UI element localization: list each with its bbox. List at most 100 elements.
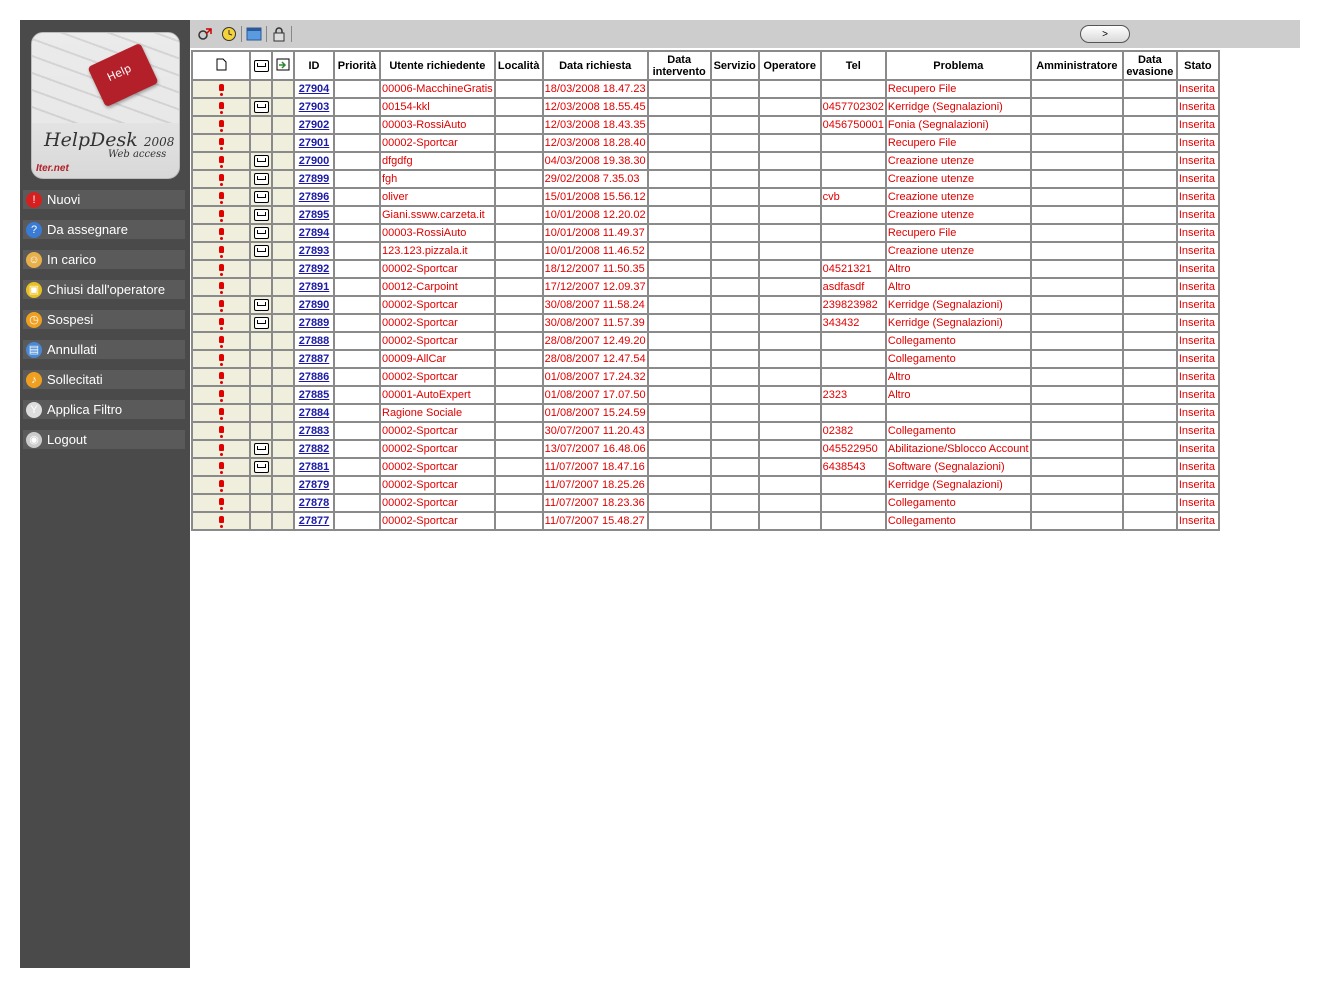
col-mail-header[interactable] [249, 50, 273, 81]
ticket-id-link[interactable]: 27889 [299, 317, 330, 329]
sidebar-item-annullati[interactable]: ▤ Annullati [23, 340, 185, 359]
table-row[interactable]: 27895 Giani.ssww.carzeta.it 10/01/2008 12.… [191, 205, 1220, 225]
lock-icon[interactable] [270, 25, 288, 43]
ticket-id-link[interactable]: 27886 [299, 371, 330, 383]
ticket-id-link[interactable]: 27895 [299, 209, 330, 221]
col-tel-header[interactable]: Tel [819, 50, 887, 81]
col-utente-header[interactable]: Utente richiedente [379, 50, 496, 81]
table-row[interactable]: 27892 00002-Sportcar 18/12/2007 11.50.35 04… [191, 259, 1220, 279]
tel-cell: 045522950 [819, 439, 887, 459]
table-row[interactable]: 27891 00012-Carpoint 17/12/2007 12.09.37 as… [191, 277, 1220, 297]
col-data-richiesta-header[interactable]: Data richiesta [541, 50, 649, 81]
ticket-id-link[interactable]: 27881 [299, 461, 330, 473]
mail-icon[interactable] [253, 245, 269, 258]
col-stato-header[interactable]: Stato [1175, 50, 1220, 81]
mail-icon[interactable] [253, 317, 269, 330]
table-row[interactable]: 27901 00002-Sportcar 12/03/2008 18.28.40 Re… [191, 133, 1220, 153]
table-row[interactable]: 27878 00002-Sportcar 11/07/2007 18.23.36 Co… [191, 493, 1220, 513]
col-localita-header[interactable]: Località [493, 50, 544, 81]
ticket-id-link[interactable]: 27878 [299, 497, 330, 509]
table-row[interactable]: 27882 00002-Sportcar 13/07/2007 16.48.06 04… [191, 439, 1220, 459]
col-data-intervento-header[interactable]: Data intervento [646, 50, 712, 81]
table-row[interactable]: 27883 00002-Sportcar 30/07/2007 11.20.43 02… [191, 421, 1220, 441]
ticket-id-link[interactable]: 27885 [299, 389, 330, 401]
col-amministratore-header[interactable]: Amministratore [1029, 50, 1124, 81]
ticket-id-link[interactable]: 27900 [299, 155, 330, 167]
sidebar-item-sollecitati[interactable]: ♪ Sollecitati [23, 370, 185, 389]
mail-icon[interactable] [253, 443, 269, 456]
clock-icon[interactable] [220, 25, 238, 43]
table-row[interactable]: 27877 00002-Sportcar 11/07/2007 15.48.27 Co… [191, 511, 1220, 531]
col-data-evasione-header[interactable]: Data evasione [1121, 50, 1178, 81]
table-row[interactable]: 27899 fgh 29/02/2008 7.35.03 Creazione uten… [191, 169, 1220, 189]
col-problema-header[interactable]: Problema [884, 50, 1032, 81]
table-row[interactable]: 27896 oliver 15/01/2008 15.56.12 cvb Creazio… [191, 187, 1220, 207]
flag-cell [191, 151, 251, 171]
ticket-id-link[interactable]: 27892 [299, 263, 330, 275]
mail-icon[interactable] [253, 227, 269, 240]
ticket-id-link[interactable]: 27888 [299, 335, 330, 347]
table-row[interactable]: 27893 123.123.pizzala.it 10/01/2008 11.46.… [191, 241, 1220, 261]
ticket-id-link[interactable]: 27890 [299, 299, 330, 311]
col-priorita-header[interactable]: Priorità [333, 50, 381, 81]
table-row[interactable]: 27881 00002-Sportcar 11/07/2007 18.47.16 64… [191, 457, 1220, 477]
ticket-id-link[interactable]: 27894 [299, 227, 330, 239]
mail-icon[interactable] [253, 191, 269, 204]
ticket-id-link[interactable]: 27901 [299, 137, 330, 149]
ticket-id-link[interactable]: 27891 [299, 281, 330, 293]
ticket-id-link[interactable]: 27879 [299, 479, 330, 491]
table-row[interactable]: 27890 00002-Sportcar 30/08/2007 11.58.24 23… [191, 295, 1220, 315]
window-icon[interactable] [245, 25, 263, 43]
table-row[interactable]: 27900 dfgdfg 04/03/2008 19.38.30 Creazione … [191, 151, 1220, 171]
mail-icon[interactable] [253, 155, 269, 168]
sidebar-item-chiusi-dall-operatore[interactable]: ▣ Chiusi dall'operatore [23, 280, 185, 299]
col-servizio-header[interactable]: Servizio [709, 50, 760, 81]
table-row[interactable]: 27879 00002-Sportcar 11/07/2007 18.25.26 Ke… [191, 475, 1220, 495]
ticket-id-link[interactable]: 27896 [299, 191, 330, 203]
ticket-id-link[interactable]: 27893 [299, 245, 330, 257]
sidebar-item-in-carico[interactable]: ☺ In carico [23, 250, 185, 269]
mail-icon[interactable] [253, 101, 269, 114]
col-id-header[interactable]: ID [293, 50, 335, 81]
ticket-id-link[interactable]: 27903 [299, 101, 330, 113]
ticket-id-link[interactable]: 27883 [299, 425, 330, 437]
stato-cell: Inserita [1175, 151, 1220, 171]
flag-cell [191, 205, 251, 225]
ticket-id-link[interactable]: 27899 [299, 173, 330, 185]
table-row[interactable]: 27884 Ragione Sociale 01/08/2007 15.24.59 I… [191, 403, 1220, 423]
sidebar-item-logout[interactable]: ◉ Logout [23, 430, 185, 449]
data-intervento-cell [646, 511, 712, 531]
mail-icon[interactable] [253, 461, 269, 474]
sidebar-item-da-assegnare[interactable]: ? Da assegnare [23, 220, 185, 239]
col-attach-header[interactable] [271, 50, 295, 81]
col-flag-header[interactable] [191, 50, 251, 81]
data-evasione-cell [1121, 115, 1178, 135]
sidebar-item-sospesi[interactable]: ◷ Sospesi [23, 310, 185, 329]
refresh-icon[interactable] [196, 25, 214, 43]
table-row[interactable]: 27887 00009-AllCar 28/08/2007 12.47.54 Coll… [191, 349, 1220, 369]
sidebar-item-applica-filtro[interactable]: Y Applica Filtro [23, 400, 185, 419]
utente-cell: 00002-Sportcar [379, 295, 496, 315]
table-row[interactable]: 27903 00154-kkl 12/03/2008 18.55.45 0457702… [191, 97, 1220, 117]
table-row[interactable]: 27888 00002-Sportcar 28/08/2007 12.49.20 Co… [191, 331, 1220, 351]
mail-icon[interactable] [253, 209, 269, 222]
table-row[interactable]: 27889 00002-Sportcar 30/08/2007 11.57.39 34… [191, 313, 1220, 333]
mail-icon[interactable] [253, 299, 269, 312]
ticket-id-link[interactable]: 27877 [299, 515, 330, 527]
ticket-id-link[interactable]: 27884 [299, 407, 330, 419]
col-operatore-header[interactable]: Operatore [757, 50, 822, 81]
mail-icon[interactable] [253, 173, 269, 186]
next-page-button[interactable]: > [1080, 25, 1130, 43]
ticket-id-link[interactable]: 27904 [299, 83, 330, 95]
tel-cell: 0457702302 [819, 97, 887, 117]
ticket-id-link[interactable]: 27902 [299, 119, 330, 131]
ticket-id-link[interactable]: 27882 [299, 443, 330, 455]
table-row[interactable]: 27886 00002-Sportcar 01/08/2007 17.24.32 Al… [191, 367, 1220, 387]
sidebar-item-nuovi[interactable]: ! Nuovi [23, 190, 185, 209]
ticket-id-link[interactable]: 27887 [299, 353, 330, 365]
table-row[interactable]: 27904 00006-MacchineGratis 18/03/2008 18.4… [191, 79, 1220, 99]
table-row[interactable]: 27902 00003-RossiAuto 12/03/2008 18.43.35 0… [191, 115, 1220, 135]
toolbar: > [190, 20, 1300, 48]
table-row[interactable]: 27894 00003-RossiAuto 10/01/2008 11.49.37 R… [191, 223, 1220, 243]
table-row[interactable]: 27885 00001-AutoExpert 01/08/2007 17.07.50… [191, 385, 1220, 405]
